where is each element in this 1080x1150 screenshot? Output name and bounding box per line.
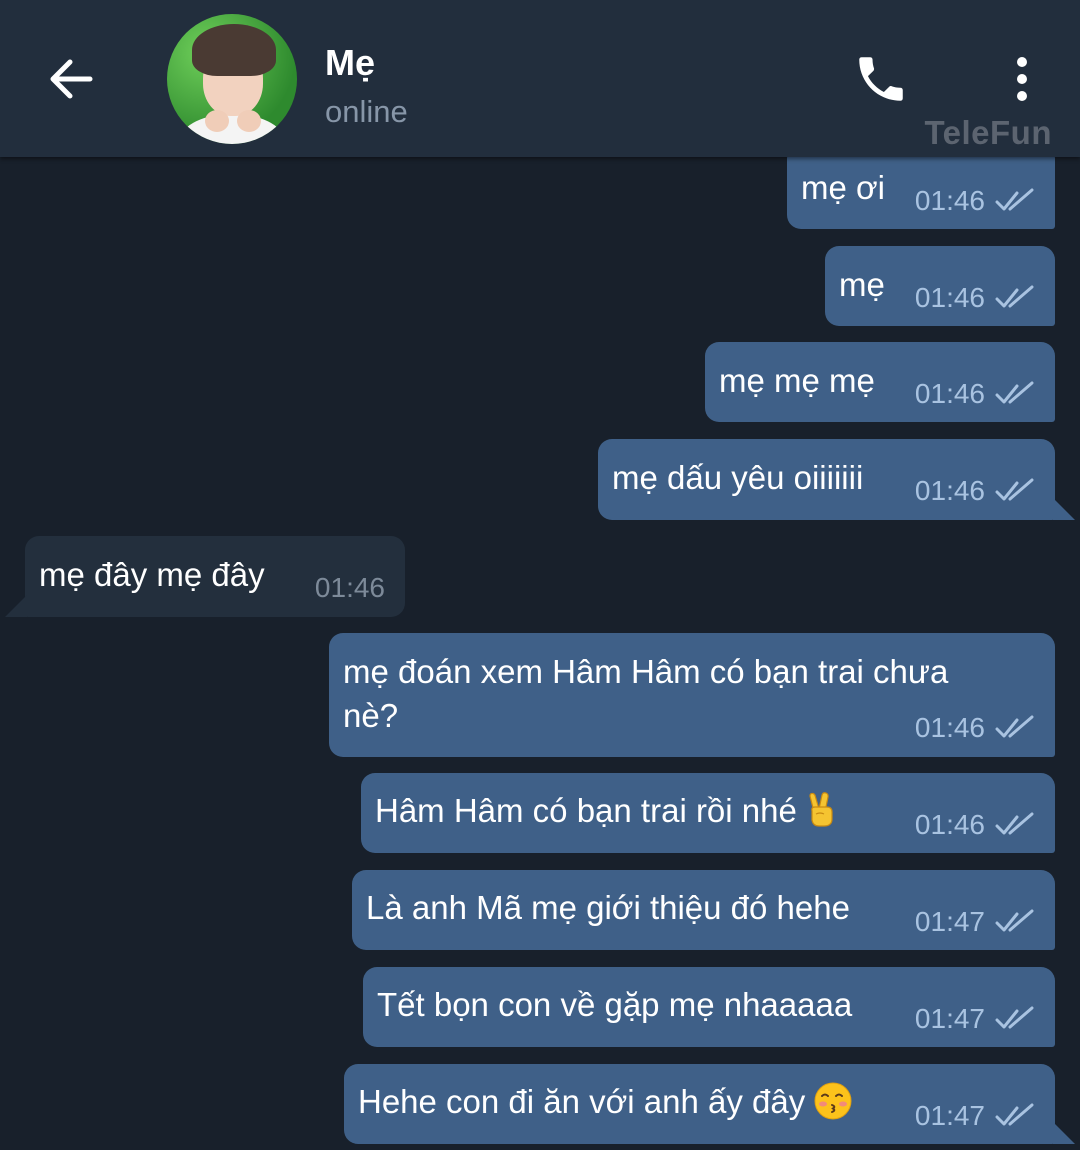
message-text: Hâm Hâm có bạn trai rồi nhé — [375, 792, 797, 829]
double-check-icon — [995, 285, 1034, 308]
message-time: 01:46 — [914, 712, 985, 743]
message-time: 01:46 — [914, 185, 985, 216]
call-button[interactable] — [852, 50, 910, 108]
phone-icon — [859, 57, 903, 101]
message-outgoing[interactable]: mẹ mẹ mẹ 01:46 — [705, 342, 1055, 422]
message-outgoing[interactable]: Tết bọn con về gặp mẹ nhaaaaa 01:47 — [363, 967, 1055, 1047]
message-text: mẹ dấu yêu oiiiiiii — [612, 459, 864, 496]
contact-avatar[interactable] — [167, 14, 297, 144]
message-time: 01:46 — [914, 809, 985, 840]
double-check-icon — [995, 478, 1034, 501]
message-time: 01:47 — [914, 906, 985, 937]
message-time: 01:46 — [914, 475, 985, 506]
message-text: mẹ đây mẹ đây — [39, 556, 265, 593]
more-vertical-icon — [1017, 57, 1027, 101]
victory-hand-emoji — [809, 792, 833, 827]
message-time: 01:46 — [314, 572, 385, 603]
message-text: Tết bọn con về gặp mẹ nhaaaaa — [377, 986, 853, 1023]
message-outgoing[interactable]: Là anh Mã mẹ giới thiệu đó hehe 01:47 — [352, 870, 1055, 950]
message-outgoing[interactable]: Hehe con đi ăn với anh ấy đây 01:47 — [344, 1064, 1075, 1144]
double-check-icon — [995, 1103, 1034, 1126]
double-check-icon — [995, 188, 1034, 211]
message-incoming[interactable]: mẹ đây mẹ đây 01:46 — [5, 536, 405, 617]
message-text-line2: nè? — [343, 697, 399, 734]
message-outgoing[interactable]: mẹ 01:46 — [825, 246, 1055, 326]
message-text: mẹ ơi — [801, 169, 885, 206]
message-outgoing[interactable]: Hâm Hâm có bạn trai rồi nhé 01:46 — [361, 773, 1055, 853]
message-time: 01:46 — [914, 378, 985, 409]
double-check-icon — [995, 909, 1034, 932]
message-text: mẹ mẹ mẹ — [719, 362, 875, 399]
message-text-line1: mẹ đoán xem Hâm Hâm có bạn trai chưa — [343, 653, 949, 690]
double-check-icon — [995, 812, 1034, 835]
contact-name[interactable]: Mẹ — [325, 42, 375, 84]
arrow-left-icon — [50, 59, 93, 99]
more-options-button[interactable] — [1002, 54, 1042, 104]
message-text: Hehe con đi ăn với anh ấy đây — [358, 1083, 806, 1120]
double-check-icon — [995, 381, 1034, 404]
double-check-icon — [995, 1006, 1034, 1029]
watermark: TeleFun — [924, 114, 1052, 151]
contact-status: online — [325, 94, 408, 129]
double-check-icon — [995, 715, 1034, 738]
back-button[interactable] — [44, 52, 98, 106]
message-time: 01:47 — [914, 1100, 985, 1131]
message-outgoing[interactable]: mẹ ơi 01:46 — [787, 155, 1055, 229]
message-time: 01:47 — [914, 1003, 985, 1034]
message-outgoing[interactable]: mẹ dấu yêu oiiiiiii 01:46 — [598, 439, 1075, 520]
message-outgoing[interactable]: mẹ đoán xem Hâm Hâm có bạn trai chưa nè?… — [329, 633, 1055, 757]
message-text: mẹ — [839, 266, 885, 303]
chat-header: Mẹ online TeleFun — [0, 0, 1080, 157]
kissing-face-emoji — [814, 1082, 852, 1120]
message-time: 01:46 — [914, 282, 985, 313]
message-text: Là anh Mã mẹ giới thiệu đó hehe — [366, 889, 850, 926]
